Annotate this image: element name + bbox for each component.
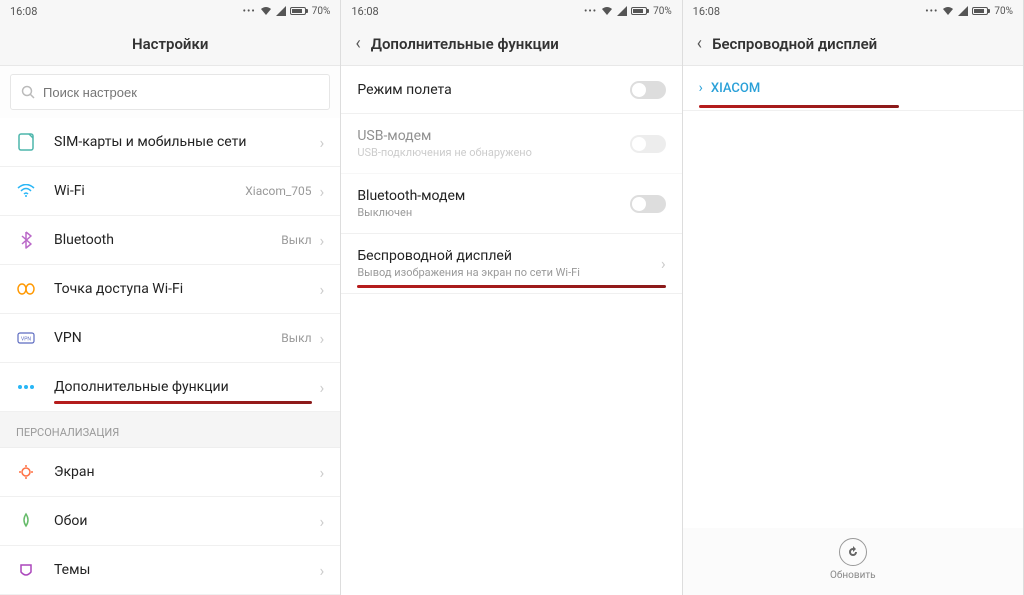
item-label: Режим полета — [357, 82, 629, 98]
vpn-icon: VPN — [16, 328, 36, 348]
item-more[interactable]: Дополнительные функции › — [0, 363, 340, 412]
item-label: USB-модем — [357, 128, 629, 144]
header: Настройки — [0, 22, 340, 66]
settings-panel: 16:08 ••• 70% Настройки SIM-карты и моби… — [0, 0, 341, 595]
wireless-list: › XIACOM Обновить — [683, 66, 1023, 595]
toggle-airplane[interactable] — [630, 81, 666, 99]
bluetooth-icon — [16, 230, 36, 250]
toggle-usb — [630, 135, 666, 153]
item-sublabel: Выключен — [357, 206, 629, 219]
item-wireless-display[interactable]: Беспроводной дисплей Вывод изображения н… — [341, 234, 681, 294]
theme-icon — [16, 560, 36, 580]
chevron-right-icon: › — [320, 512, 325, 531]
chevron-right-icon: › — [661, 254, 666, 273]
status-bar: 16:08 ••• 70% — [0, 0, 340, 22]
chevron-right-icon: › — [320, 378, 325, 397]
page-title: Беспроводной дисплей — [712, 35, 877, 53]
refresh-area: Обновить — [683, 528, 1023, 595]
back-button[interactable]: ‹ — [697, 33, 702, 54]
highlight-underline — [54, 401, 312, 404]
highlight-underline — [699, 105, 899, 108]
additional-list: Режим полета USB-модем USB-подключения н… — [341, 66, 681, 595]
item-label: Wi-Fi — [54, 183, 245, 199]
search-input[interactable] — [43, 85, 319, 100]
highlight-underline — [357, 285, 665, 288]
item-label: Экран — [54, 464, 320, 480]
chevron-right-icon: › — [320, 561, 325, 580]
search-icon — [21, 85, 35, 99]
svg-text:VPN: VPN — [21, 337, 31, 343]
search-box[interactable] — [10, 74, 330, 110]
item-label: Дополнительные функции — [54, 379, 320, 395]
item-label: Обои — [54, 513, 320, 529]
toggle-bt[interactable] — [630, 195, 666, 213]
wifi-icon — [16, 181, 36, 201]
page-title: Дополнительные функции — [371, 35, 559, 53]
item-label: Bluetooth-модем — [357, 188, 629, 204]
item-sim[interactable]: SIM-карты и мобильные сети › — [0, 118, 340, 167]
status-bar: 16:08 ••• 70% — [341, 0, 681, 22]
chevron-right-icon: › — [320, 133, 325, 152]
header: ‹ Беспроводной дисплей — [683, 22, 1023, 66]
item-label: SIM-карты и мобильные сети — [54, 134, 320, 150]
item-airplane[interactable]: Режим полета — [341, 66, 681, 114]
chevron-right-icon: › — [699, 80, 703, 96]
more-icon — [16, 377, 36, 397]
item-sublabel: Вывод изображения на экран по сети Wi-Fi — [357, 266, 661, 279]
item-wifi[interactable]: Wi-Fi Xiacom_705 › — [0, 167, 340, 216]
chevron-right-icon: › — [320, 280, 325, 299]
wallpaper-icon — [16, 511, 36, 531]
section-header: ПЕРСОНАЛИЗАЦИЯ — [0, 412, 340, 448]
header: ‹ Дополнительные функции — [341, 22, 681, 66]
chevron-right-icon: › — [320, 463, 325, 482]
wireless-device[interactable]: › XIACOM — [683, 66, 1023, 111]
additional-panel: 16:08 ••• 70% ‹ Дополнительные функции Р… — [341, 0, 682, 595]
item-label: VPN — [54, 330, 281, 346]
item-sublabel: USB-подключения не обнаружено — [357, 146, 629, 159]
item-usb-tether: USB-модем USB-подключения не обнаружено — [341, 114, 681, 174]
item-display[interactable]: Экран › — [0, 448, 340, 497]
item-value: Выкл — [281, 233, 311, 247]
back-button[interactable]: ‹ — [355, 33, 360, 54]
status-icons: ••• 70% — [584, 6, 672, 17]
settings-list: SIM-карты и мобильные сети › Wi-Fi Xiaco… — [0, 118, 340, 595]
status-icons: ••• 70% — [243, 6, 331, 17]
item-label: Темы — [54, 562, 320, 578]
wireless-display-panel: 16:08 ••• 70% ‹ Беспроводной дисплей › X… — [683, 0, 1024, 595]
chevron-right-icon: › — [320, 329, 325, 348]
chevron-right-icon: › — [320, 182, 325, 201]
item-bt-tether[interactable]: Bluetooth-модем Выключен — [341, 174, 681, 234]
device-label: XIACOM — [711, 81, 760, 96]
item-bluetooth[interactable]: Bluetooth Выкл › — [0, 216, 340, 265]
item-vpn[interactable]: VPN VPN Выкл › — [0, 314, 340, 363]
refresh-button[interactable] — [839, 538, 867, 566]
status-time: 16:08 — [693, 5, 720, 18]
status-time: 16:08 — [351, 5, 378, 18]
item-label: Точка доступа Wi-Fi — [54, 281, 320, 297]
chevron-right-icon: › — [320, 231, 325, 250]
page-title: Настройки — [132, 35, 208, 53]
item-theme[interactable]: Темы › — [0, 546, 340, 595]
item-wallpaper[interactable]: Обои › — [0, 497, 340, 546]
item-value: Выкл — [281, 331, 311, 345]
refresh-label: Обновить — [830, 570, 876, 581]
status-icons: ••• 70% — [925, 6, 1013, 17]
item-label: Bluetooth — [54, 232, 281, 248]
status-bar: 16:08 ••• 70% — [683, 0, 1023, 22]
display-icon — [16, 462, 36, 482]
item-hotspot[interactable]: Точка доступа Wi-Fi › — [0, 265, 340, 314]
status-time: 16:08 — [10, 5, 37, 18]
sim-icon — [16, 132, 36, 152]
item-value: Xiacom_705 — [245, 184, 311, 198]
item-label: Беспроводной дисплей — [357, 248, 661, 264]
hotspot-icon — [16, 279, 36, 299]
